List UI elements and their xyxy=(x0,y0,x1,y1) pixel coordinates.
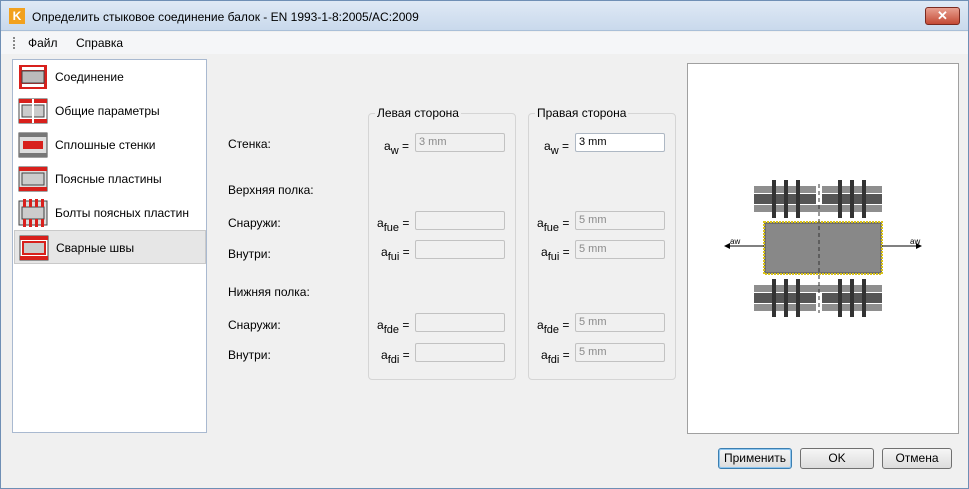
nav-item-general-params[interactable]: Общие параметры xyxy=(14,94,206,128)
apply-button[interactable]: Применить xyxy=(718,448,792,469)
aw-right-field[interactable]: 3 mm xyxy=(575,133,665,152)
flange-bolts-icon xyxy=(18,199,48,227)
app-logo-icon: K xyxy=(9,8,25,24)
symbol-afde-right: afde = xyxy=(537,318,570,336)
symbol-afdi-right: afdi = xyxy=(541,348,570,366)
symbol-aw-left: aw = xyxy=(384,139,409,157)
menu-help[interactable]: Справка xyxy=(76,36,123,50)
aw-left-field[interactable]: 3 mm xyxy=(415,133,505,152)
joint-icon xyxy=(19,65,47,89)
nav-label-welds: Сварные швы xyxy=(56,241,135,255)
menu-file[interactable]: Файл xyxy=(28,36,58,50)
afdi-left-field[interactable] xyxy=(415,343,505,362)
afui-left-field[interactable] xyxy=(415,240,505,259)
joint-preview-panel: aw aw xyxy=(687,63,959,434)
symbol-afde-left: afde = xyxy=(377,318,410,336)
weld-label-right: aw xyxy=(910,237,920,246)
symbol-afdi-left: afdi = xyxy=(381,348,410,366)
afue-right-field[interactable]: 5 mm xyxy=(575,211,665,230)
row-label-top-inside: Внутри: xyxy=(228,247,271,261)
nav-item-flange-bolts[interactable]: Болты поясных пластин xyxy=(14,196,206,230)
afde-right-field[interactable]: 5 mm xyxy=(575,313,665,332)
joint-preview-drawing: aw aw xyxy=(724,180,922,317)
title-bar: K Определить стыковое соединение балок -… xyxy=(1,1,968,31)
row-label-bottom-flange: Нижняя полка: xyxy=(228,285,310,299)
symbol-aw-right: aw = xyxy=(544,139,569,157)
ok-button[interactable]: OK xyxy=(800,448,874,469)
nav-item-web-plates[interactable]: Сплошные стенки xyxy=(14,128,206,162)
nav-label-flange-plates: Поясные пластины xyxy=(55,172,162,186)
nav-label-joint: Соединение xyxy=(55,70,124,84)
general-params-icon xyxy=(18,98,48,124)
afue-left-field[interactable] xyxy=(415,211,505,230)
row-label-bottom-outside: Снаружи: xyxy=(228,318,281,332)
nav-label-flange-bolts: Болты поясных пластин xyxy=(55,206,189,220)
row-label-bottom-inside: Внутри: xyxy=(228,348,271,362)
nav-panel: Соединение Общие параметры Сплошные стен… xyxy=(12,59,207,433)
symbol-afui-right: afui = xyxy=(541,245,570,263)
menu-bar: Файл Справка xyxy=(1,32,968,54)
dialog-window: K Определить стыковое соединение балок -… xyxy=(0,0,969,489)
afui-right-field[interactable]: 5 mm xyxy=(575,240,665,259)
nav-item-flange-plates[interactable]: Поясные пластины xyxy=(14,162,206,196)
row-label-top-flange: Верхняя полка: xyxy=(228,183,314,197)
row-label-top-outside: Снаружи: xyxy=(228,216,281,230)
web-plates-icon xyxy=(18,132,48,158)
symbol-afue-left: afue = xyxy=(377,216,410,234)
nav-item-welds[interactable]: Сварные швы xyxy=(14,230,206,264)
symbol-afue-right: afue = xyxy=(537,216,570,234)
weld-label-left: aw xyxy=(730,237,740,246)
close-button[interactable]: ✕ xyxy=(925,7,960,25)
welds-icon xyxy=(19,235,49,261)
cancel-button[interactable]: Отмена xyxy=(882,448,952,469)
afdi-right-field[interactable]: 5 mm xyxy=(575,343,665,362)
menu-grip-icon xyxy=(13,37,15,49)
symbol-afui-left: afui = xyxy=(381,245,410,263)
flange-plates-icon xyxy=(18,166,48,192)
left-side-title: Левая сторона xyxy=(375,106,461,120)
nav-item-joint[interactable]: Соединение xyxy=(14,60,206,94)
right-side-title: Правая сторона xyxy=(535,106,629,120)
row-label-web: Стенка: xyxy=(228,137,271,151)
nav-label-general-params: Общие параметры xyxy=(55,104,160,118)
window-title: Определить стыковое соединение балок - E… xyxy=(32,10,419,24)
afde-left-field[interactable] xyxy=(415,313,505,332)
nav-label-web-plates: Сплошные стенки xyxy=(55,138,156,152)
